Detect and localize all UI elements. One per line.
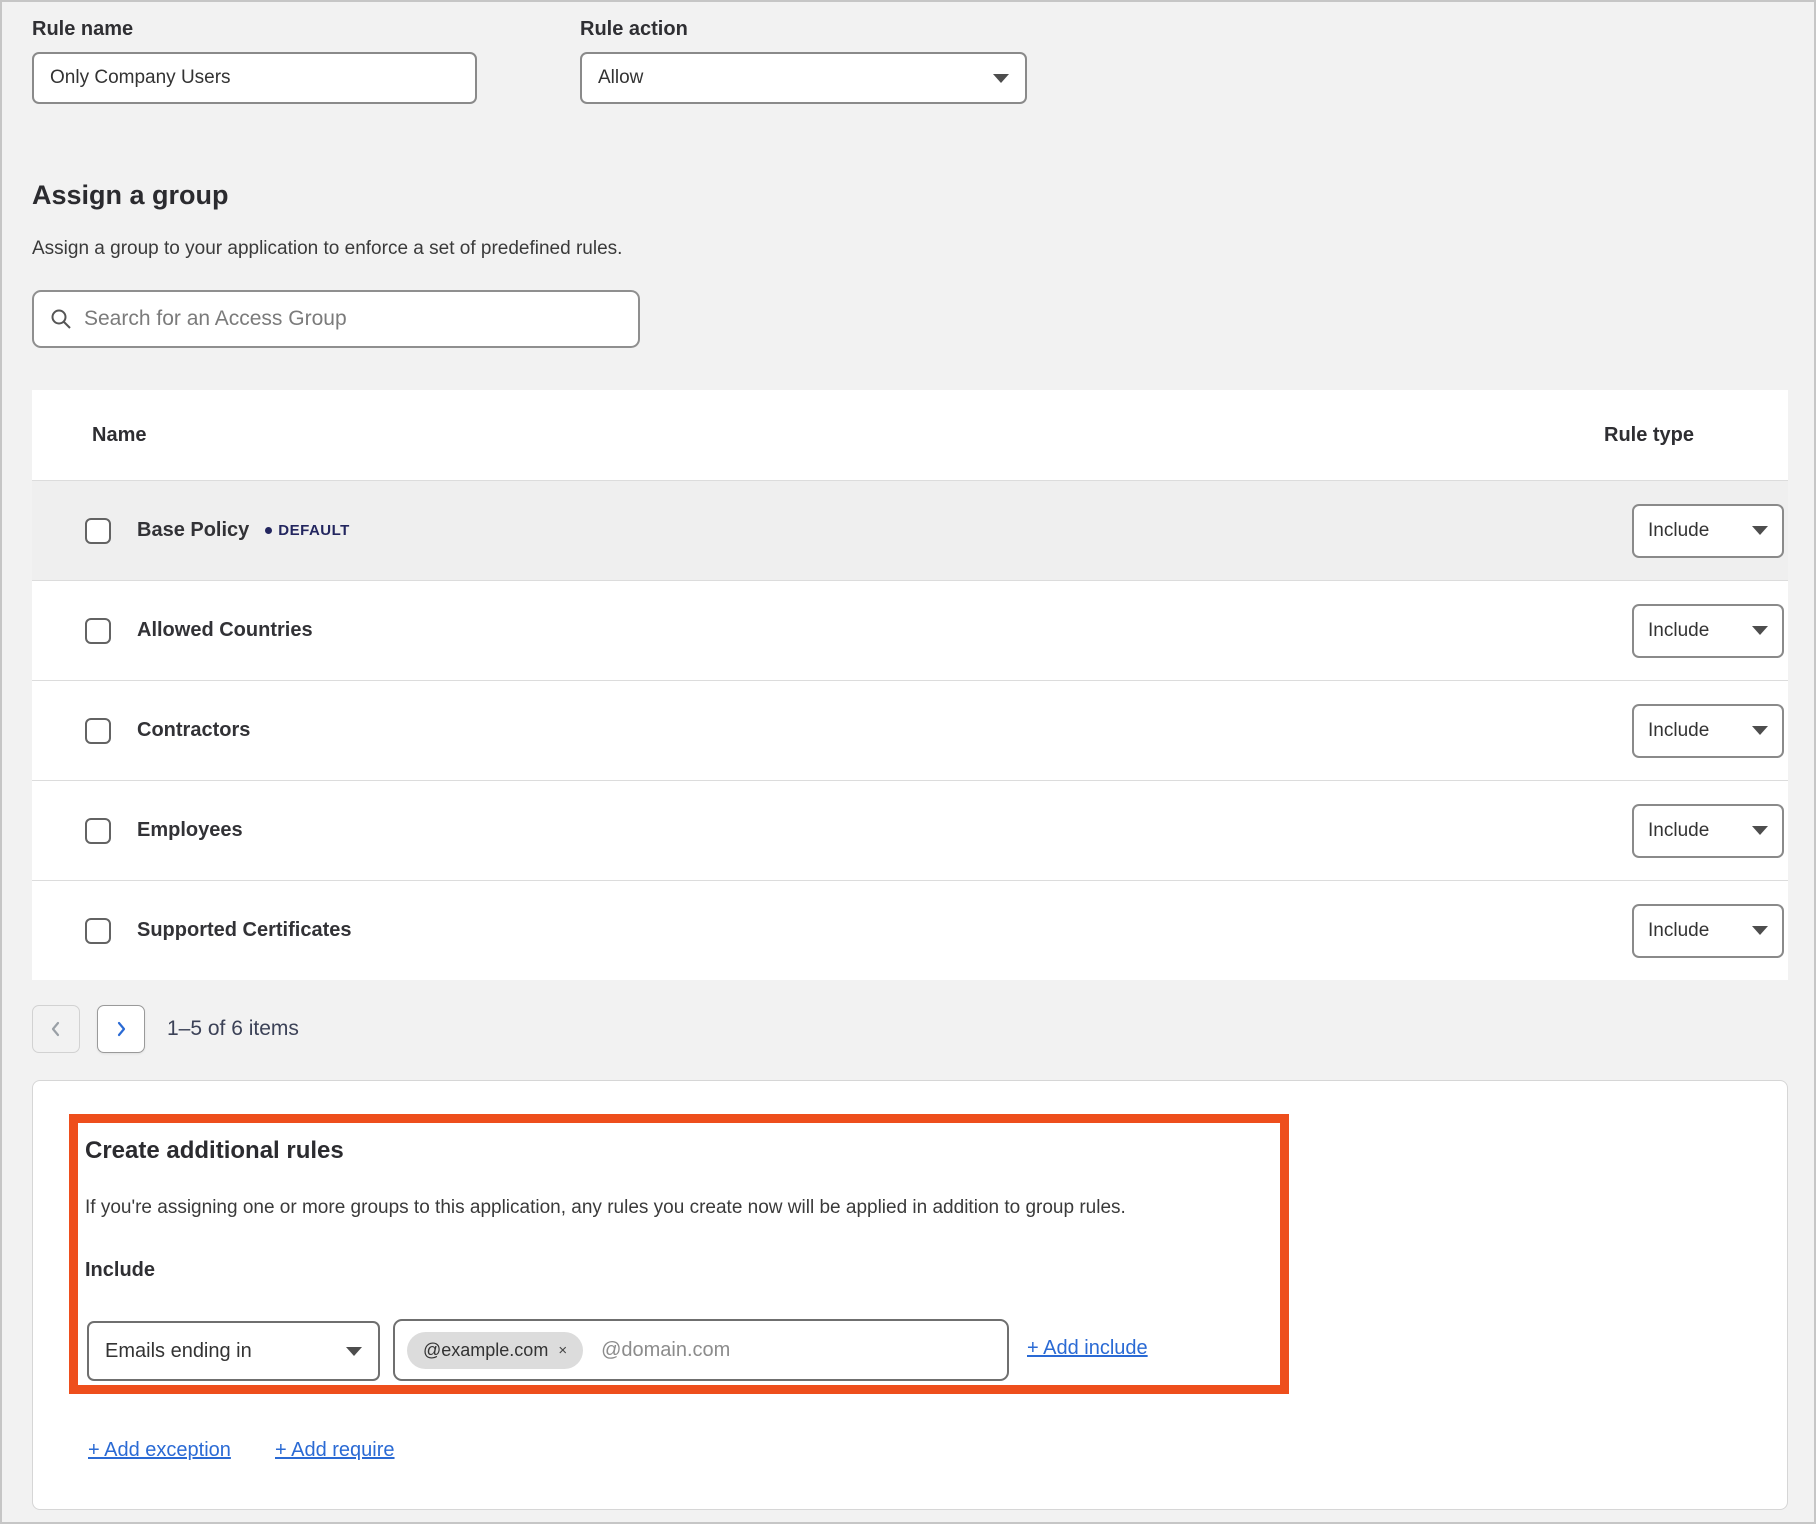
table-row: Employees Include — [32, 780, 1788, 880]
rule-type-select[interactable]: Include — [1632, 804, 1784, 858]
previous-page-button[interactable] — [32, 1005, 80, 1053]
add-include-link[interactable]: + Add include — [1027, 1337, 1148, 1360]
group-name: Allowed Countries — [137, 619, 313, 642]
row-checkbox[interactable] — [85, 518, 111, 544]
row-checkbox[interactable] — [85, 918, 111, 944]
default-badge: DEFAULT — [265, 522, 350, 539]
tag-input-placeholder: @domain.com — [601, 1339, 730, 1362]
rule-type-value: Include — [1648, 820, 1709, 842]
column-header-name: Name — [92, 424, 1604, 447]
rule-type-value: Include — [1648, 520, 1709, 542]
badge-label: DEFAULT — [278, 522, 350, 539]
chevron-down-icon — [1752, 526, 1768, 535]
rule-type-select[interactable]: Include — [1632, 704, 1784, 758]
row-checkbox[interactable] — [85, 618, 111, 644]
chevron-down-icon — [1752, 726, 1768, 735]
chevron-down-icon — [1752, 826, 1768, 835]
pagination: 1–5 of 6 items — [32, 1005, 299, 1053]
rule-type-select[interactable]: Include — [1632, 904, 1784, 958]
rule-action-value: Allow — [598, 67, 643, 89]
row-checkbox[interactable] — [85, 818, 111, 844]
access-rule-page: Rule name Rule action Allow Assign a gro… — [0, 0, 1816, 1524]
table-row: Contractors Include — [32, 680, 1788, 780]
chevron-down-icon — [346, 1347, 362, 1356]
assign-group-description: Assign a group to your application to en… — [32, 238, 622, 260]
rule-type-value: Include — [1648, 720, 1709, 742]
rule-type-value: Include — [1648, 620, 1709, 642]
table-row: Base Policy DEFAULT Include — [32, 480, 1788, 580]
pagination-range-text: 1–5 of 6 items — [167, 1017, 299, 1041]
chevron-down-icon — [1752, 626, 1768, 635]
assign-group-heading: Assign a group — [32, 180, 229, 211]
group-name: Contractors — [137, 719, 250, 742]
group-name: Base Policy — [137, 519, 249, 542]
group-name: Supported Certificates — [137, 919, 351, 942]
rule-type-value: Include — [1648, 920, 1709, 942]
additional-rules-description: If you're assigning one or more groups t… — [85, 1197, 1245, 1219]
column-header-rule-type: Rule type — [1604, 424, 1758, 447]
rule-action-select[interactable]: Allow — [580, 52, 1027, 104]
tag-value: @example.com — [423, 1340, 548, 1361]
next-page-button[interactable] — [97, 1005, 145, 1053]
include-label: Include — [85, 1259, 155, 1282]
additional-rules-heading: Create additional rules — [85, 1137, 344, 1165]
add-require-link[interactable]: + Add require — [275, 1439, 395, 1462]
table-row: Allowed Countries Include — [32, 580, 1788, 680]
chevron-right-icon — [111, 1019, 131, 1039]
rule-type-select[interactable]: Include — [1632, 604, 1784, 658]
chevron-down-icon — [993, 74, 1009, 83]
group-name: Employees — [137, 819, 243, 842]
include-condition-value: Emails ending in — [105, 1340, 252, 1363]
additional-rules-card: Create additional rules If you're assign… — [32, 1080, 1788, 1510]
badge-dot-icon — [265, 527, 272, 534]
table-row: Supported Certificates Include — [32, 880, 1788, 980]
search-input[interactable] — [84, 307, 622, 331]
rule-type-select[interactable]: Include — [1632, 504, 1784, 558]
email-domain-tag: @example.com × — [407, 1332, 583, 1369]
chevron-down-icon — [1752, 926, 1768, 935]
rule-name-input[interactable] — [32, 52, 477, 104]
remove-tag-icon[interactable]: × — [558, 1343, 567, 1358]
chevron-left-icon — [46, 1019, 66, 1039]
row-checkbox[interactable] — [85, 718, 111, 744]
table-body: Base Policy DEFAULT Include Allowed Coun… — [32, 480, 1788, 980]
include-condition-select[interactable]: Emails ending in — [87, 1321, 380, 1381]
rule-name-label: Rule name — [32, 18, 133, 41]
rule-action-label: Rule action — [580, 18, 688, 41]
table-header: Name Rule type — [32, 390, 1788, 480]
search-icon — [50, 308, 72, 330]
email-domain-tag-input[interactable]: @example.com × @domain.com — [393, 1319, 1009, 1381]
access-groups-table: Name Rule type Base Policy DEFAULT Inclu… — [32, 390, 1788, 980]
add-exception-link[interactable]: + Add exception — [88, 1439, 231, 1462]
access-group-search[interactable] — [32, 290, 640, 348]
